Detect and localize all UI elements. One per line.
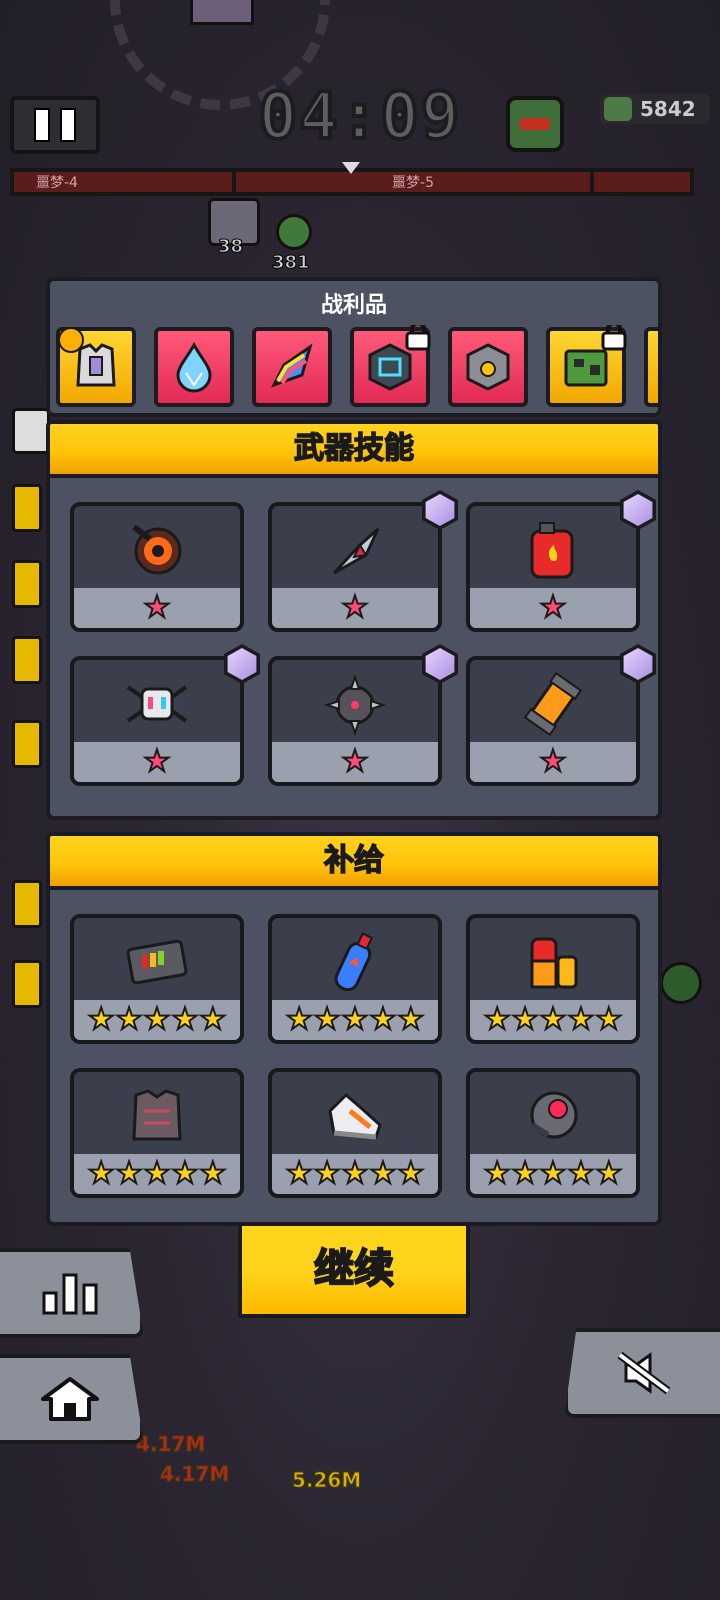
loot-item[interactable] [546,325,627,407]
energy-drink-icon [530,937,578,989]
weapon-skills-header: 武器技能 [46,420,662,478]
star-rating: ★ ★ ★ ★ ★ [272,1154,438,1194]
background-label: 38 [217,236,244,258]
lock-icon [405,325,431,351]
fuel-can-icon [530,522,574,579]
rainbow-horn-icon [270,343,313,388]
kill-count: 5842 [640,97,696,121]
loot-item[interactable] [448,327,528,407]
loot-item[interactable] [350,325,431,407]
weapon-slot[interactable]: ★ [268,502,442,632]
supply-slot[interactable]: ★ ★ ★ ★ ★ [268,1068,442,1198]
sneaker-icon [328,1092,382,1140]
supply-slot[interactable]: ★ ★ ★ ★ ★ [268,914,442,1044]
star-icon: ★ [143,744,172,779]
damage-popup: 5.26M [291,1468,362,1493]
supplies-header: 补给 [46,832,662,890]
boss-icon [506,96,564,152]
red-core-icon [530,1091,578,1139]
ability-slot [12,880,42,928]
loot-item[interactable] [56,327,136,407]
star-icon: ★ [341,590,370,625]
background-chest [190,0,254,25]
star-icon: ★ [143,590,172,625]
ability-slot [12,484,42,532]
stage-label: 噩梦-4 [14,172,236,192]
loot-item[interactable] [252,327,332,407]
supply-slot[interactable]: ★ ★ ★ ★ ★ [70,914,244,1044]
home-button[interactable] [0,1354,144,1444]
metal-box-icon [466,343,510,391]
oxygen-tank-icon [334,932,374,992]
kill-counter: 5842 [600,94,710,124]
damage-popup: 4.17M [159,1462,230,1487]
star-icon: ★ [539,744,568,779]
weapon-slot[interactable]: ★ [466,656,640,786]
star-rating: ★ ★ ★ ★ ★ [470,1000,636,1040]
battery-pack-icon [126,939,188,985]
progress-marker [342,162,360,174]
star-rating: ★ ★ ★ ★ ★ [470,1154,636,1194]
stats-button[interactable] [0,1248,144,1338]
loot-item[interactable] [644,327,658,407]
ability-slot [12,636,42,684]
lock-icon [601,325,627,351]
star-rating: ★ ★ ★ ★ ★ [272,1000,438,1040]
pause-button[interactable] [10,96,100,154]
weapon-skills-panel: ★ ★ ★ ★ ★ ★ [46,478,662,820]
loot-item[interactable] [154,327,234,407]
skull-icon [12,408,50,454]
star-icon: ★ [341,744,370,779]
background-label: 381 [272,252,311,274]
weapon-slot[interactable]: ★ [268,656,442,786]
game-timer: 04:09 [257,78,462,156]
armor-plate-icon [132,1089,182,1141]
damage-popup: 4.17M [135,1432,206,1457]
ability-slot [12,960,42,1008]
supply-slot[interactable]: ★ ★ ★ ★ ★ [70,1068,244,1198]
weapon-slot[interactable]: ★ [466,502,640,632]
supply-slot[interactable]: ★ ★ ★ ★ ★ [466,1068,640,1198]
energy-canister-icon [523,671,583,737]
stage-label: 噩梦-5 [236,172,594,192]
ability-slot [12,560,42,608]
spiked-ball-icon [323,673,387,737]
loot-panel: 战利品 [46,277,662,417]
weapon-slot[interactable]: ★ [70,656,244,786]
star-rating: ★ ★ ★ ★ ★ [74,1154,240,1194]
pause-icon [34,108,50,142]
star-icon: ★ [539,590,568,625]
crown-badge-icon [58,327,84,353]
kunai-icon [332,527,380,575]
skull-icon [604,97,632,121]
home-icon [41,1377,99,1421]
skull-enemy-icon [660,962,702,1004]
supplies-panel: ★ ★ ★ ★ ★ ★ ★ ★ ★ ★ ★ ★ ★ ★ ★ ★ ★ ★ ★ ★ ★ ★ ★ ★ ★ ★ ★ ★ ★ ★ [46,890,662,1226]
lava-drill-icon [132,524,182,575]
star-rating: ★ ★ ★ ★ ★ [74,1000,240,1040]
water-drop-icon [176,341,212,393]
ability-slot [12,720,42,768]
loot-list[interactable] [54,325,658,413]
supply-slot[interactable]: ★ ★ ★ ★ ★ [466,914,640,1044]
mute-button[interactable] [564,1328,720,1418]
skull-enemy-icon [276,214,312,250]
drone-icon [126,685,188,723]
loot-title: 战利品 [320,293,387,318]
continue-button[interactable]: 继续 [238,1222,470,1318]
sound-off-icon [617,1351,671,1395]
bar-chart-icon [42,1273,98,1315]
weapon-slot[interactable]: ★ [70,502,244,632]
